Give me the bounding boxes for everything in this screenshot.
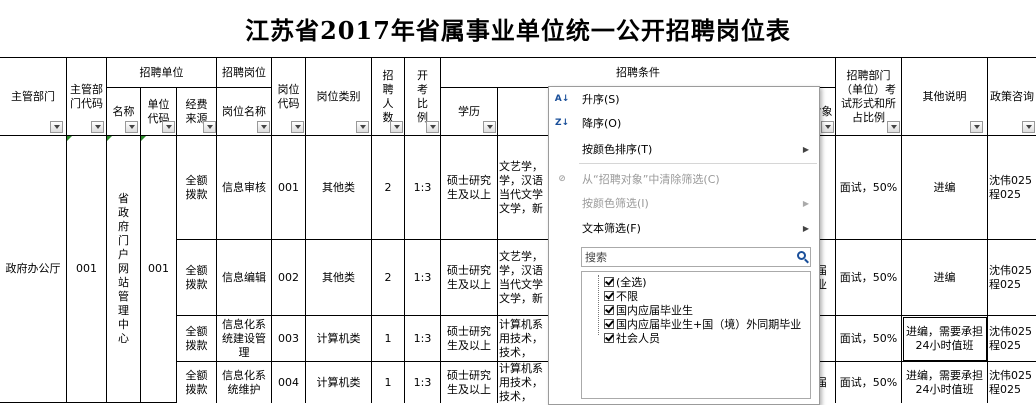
cell-code[interactable]: 004	[272, 362, 306, 403]
menu-sort-descending[interactable]: Z↓ 降序(O)	[549, 113, 817, 133]
cell-ratio[interactable]: 1:3	[405, 240, 441, 316]
checkbox[interactable]	[604, 291, 614, 301]
filter-dropdown-exam[interactable]	[821, 121, 834, 133]
filter-dropdown-edu[interactable]	[483, 121, 496, 133]
filter-item[interactable]: 国内应届毕业生	[604, 303, 693, 317]
filter-dropdown-post-code[interactable]	[291, 121, 304, 133]
filter-item[interactable]: 不限	[604, 289, 638, 303]
cell-fund[interactable]: 全额拨款	[177, 240, 217, 316]
cell-fund[interactable]: 全额拨款	[177, 316, 217, 362]
menu-text-filter[interactable]: 文本筛选(F) ▶	[549, 218, 817, 238]
filter-dropdown-post-type[interactable]	[356, 121, 369, 133]
tree-connector	[598, 275, 600, 335]
autofilter-menu: A↓ 升序(S) Z↓ 降序(O) 按颜色排序(T) ▶ ⊘ 从“招聘对象”中清…	[548, 86, 820, 405]
comment-marker	[67, 136, 72, 141]
cell-fund[interactable]: 全额拨款	[177, 136, 217, 240]
header-unit-group[interactable]: 招聘单位	[107, 58, 217, 88]
cell-other[interactable]: 进编	[902, 240, 988, 316]
cell-count[interactable]: 1	[372, 362, 405, 403]
filter-dropdown-fund[interactable]	[203, 121, 216, 133]
cell-consult[interactable]: 沈伟025程025	[988, 316, 1036, 362]
cell-edu[interactable]: 硕士研究生及以上	[441, 240, 498, 316]
cell-ratio[interactable]: 1:3	[405, 362, 441, 403]
cell-post[interactable]: 信息化系统维护	[217, 362, 272, 403]
menu-filter-by-color[interactable]: 按颜色筛选(I) ▶	[549, 193, 817, 213]
comment-marker	[107, 136, 112, 141]
cell-post[interactable]: 信息编辑	[217, 240, 272, 316]
checkbox[interactable]	[604, 305, 614, 315]
cell-post[interactable]: 信息审核	[217, 136, 272, 240]
filter-dropdown-unit-code[interactable]	[162, 121, 175, 133]
cell-type[interactable]: 其他类	[306, 136, 372, 240]
filter-item[interactable]: 国内应届毕业生+国（境）外同期毕业	[604, 317, 801, 331]
checkbox[interactable]	[604, 333, 614, 343]
menu-clear-filter[interactable]: ⊘ 从“招聘对象”中清除筛选(C)	[549, 169, 817, 189]
filter-dropdown-post-name[interactable]	[257, 121, 270, 133]
menu-separator	[579, 163, 817, 164]
cell-exam[interactable]: 面试，50%	[836, 240, 902, 316]
cell-dept[interactable]: 政府办公厅	[0, 136, 67, 403]
cell-count[interactable]: 2	[372, 136, 405, 240]
cell-ratio[interactable]: 1:3	[405, 136, 441, 240]
cell-edu[interactable]: 硕士研究生及以上	[441, 362, 498, 403]
filter-dropdown-other-left[interactable]	[887, 121, 900, 133]
filter-dropdown-unit-name[interactable]	[125, 121, 138, 133]
cell-exam[interactable]: 面试，50%	[836, 136, 902, 240]
clear-filter-icon: ⊘	[558, 174, 566, 184]
sort-ascending-icon: A↓	[554, 94, 570, 104]
cell-type[interactable]: 计算机类	[306, 316, 372, 362]
menu-sort-by-color[interactable]: 按颜色排序(T) ▶	[549, 139, 817, 159]
submenu-arrow-icon: ▶	[802, 223, 809, 233]
filter-dropdown-consult[interactable]	[1022, 121, 1035, 133]
filter-item-select-all[interactable]: (全选)	[604, 275, 647, 289]
cell-dept-code[interactable]: 001	[67, 136, 107, 403]
cell-code[interactable]: 003	[272, 316, 306, 362]
filter-search-input[interactable]: 搜索	[581, 247, 811, 267]
filter-dropdown-count[interactable]	[390, 121, 403, 133]
filter-dropdown-ratio[interactable]	[426, 121, 439, 133]
filter-dropdown-dept[interactable]	[50, 121, 63, 133]
cell-other[interactable]: 进编	[902, 136, 988, 240]
cell-code[interactable]: 002	[272, 240, 306, 316]
cell-unit-code[interactable]: 001	[141, 136, 177, 403]
cell-exam[interactable]: 面试，50%	[836, 316, 902, 362]
cell-consult[interactable]: 沈伟025程025	[988, 136, 1036, 240]
cell-unit-name[interactable]: 省政府门户网站管理中心	[107, 136, 141, 403]
cell-exam[interactable]: 面试，50%	[836, 362, 902, 403]
cell-edu[interactable]: 硕士研究生及以上	[441, 316, 498, 362]
filter-dropdown-other[interactable]	[970, 121, 983, 133]
sort-descending-icon: Z↓	[554, 118, 570, 128]
submenu-arrow-icon: ▶	[802, 144, 809, 154]
filter-dropdown-dept-code[interactable]	[91, 121, 104, 133]
header-post-group[interactable]: 招聘岗位	[217, 58, 272, 88]
page-title: 江苏省2017年省属事业单位统一公开招聘岗位表	[0, 0, 1036, 58]
cell-type[interactable]: 其他类	[306, 240, 372, 316]
cell-consult[interactable]: 沈伟025程025	[988, 240, 1036, 316]
spreadsheet: 江苏省2017年省属事业单位统一公开招聘岗位表 主管部门 主管部门代码 招聘单位…	[0, 0, 1036, 403]
cell-code[interactable]: 001	[272, 136, 306, 240]
cell-type[interactable]: 计算机类	[306, 362, 372, 403]
cell-fund[interactable]: 全额拨款	[177, 362, 217, 403]
cell-count[interactable]: 2	[372, 240, 405, 316]
menu-sort-ascending[interactable]: A↓ 升序(S)	[549, 89, 817, 109]
cell-other[interactable]: 进编，需要承担24小时值班	[902, 362, 988, 403]
cell-count[interactable]: 1	[372, 316, 405, 362]
filter-value-list[interactable]: (全选) 不限 国内应届毕业生 国内应届毕业生+国（境）外同期毕业 社会人员	[581, 271, 811, 399]
checkbox[interactable]	[604, 277, 614, 287]
search-icon	[797, 251, 806, 260]
cell-post[interactable]: 信息化系统建设管理	[217, 316, 272, 362]
submenu-arrow-icon: ▶	[802, 198, 809, 208]
header-cond-group[interactable]: 招聘条件	[441, 58, 836, 88]
filter-item[interactable]: 社会人员	[604, 331, 660, 345]
cell-edu[interactable]: 硕士研究生及以上	[441, 136, 498, 240]
checkbox[interactable]	[604, 319, 614, 329]
cell-consult[interactable]: 沈伟025程025	[988, 362, 1036, 403]
cell-ratio[interactable]: 1:3	[405, 316, 441, 362]
comment-marker	[141, 136, 146, 141]
cell-other[interactable]: 进编，需要承担24小时值班	[902, 316, 988, 362]
